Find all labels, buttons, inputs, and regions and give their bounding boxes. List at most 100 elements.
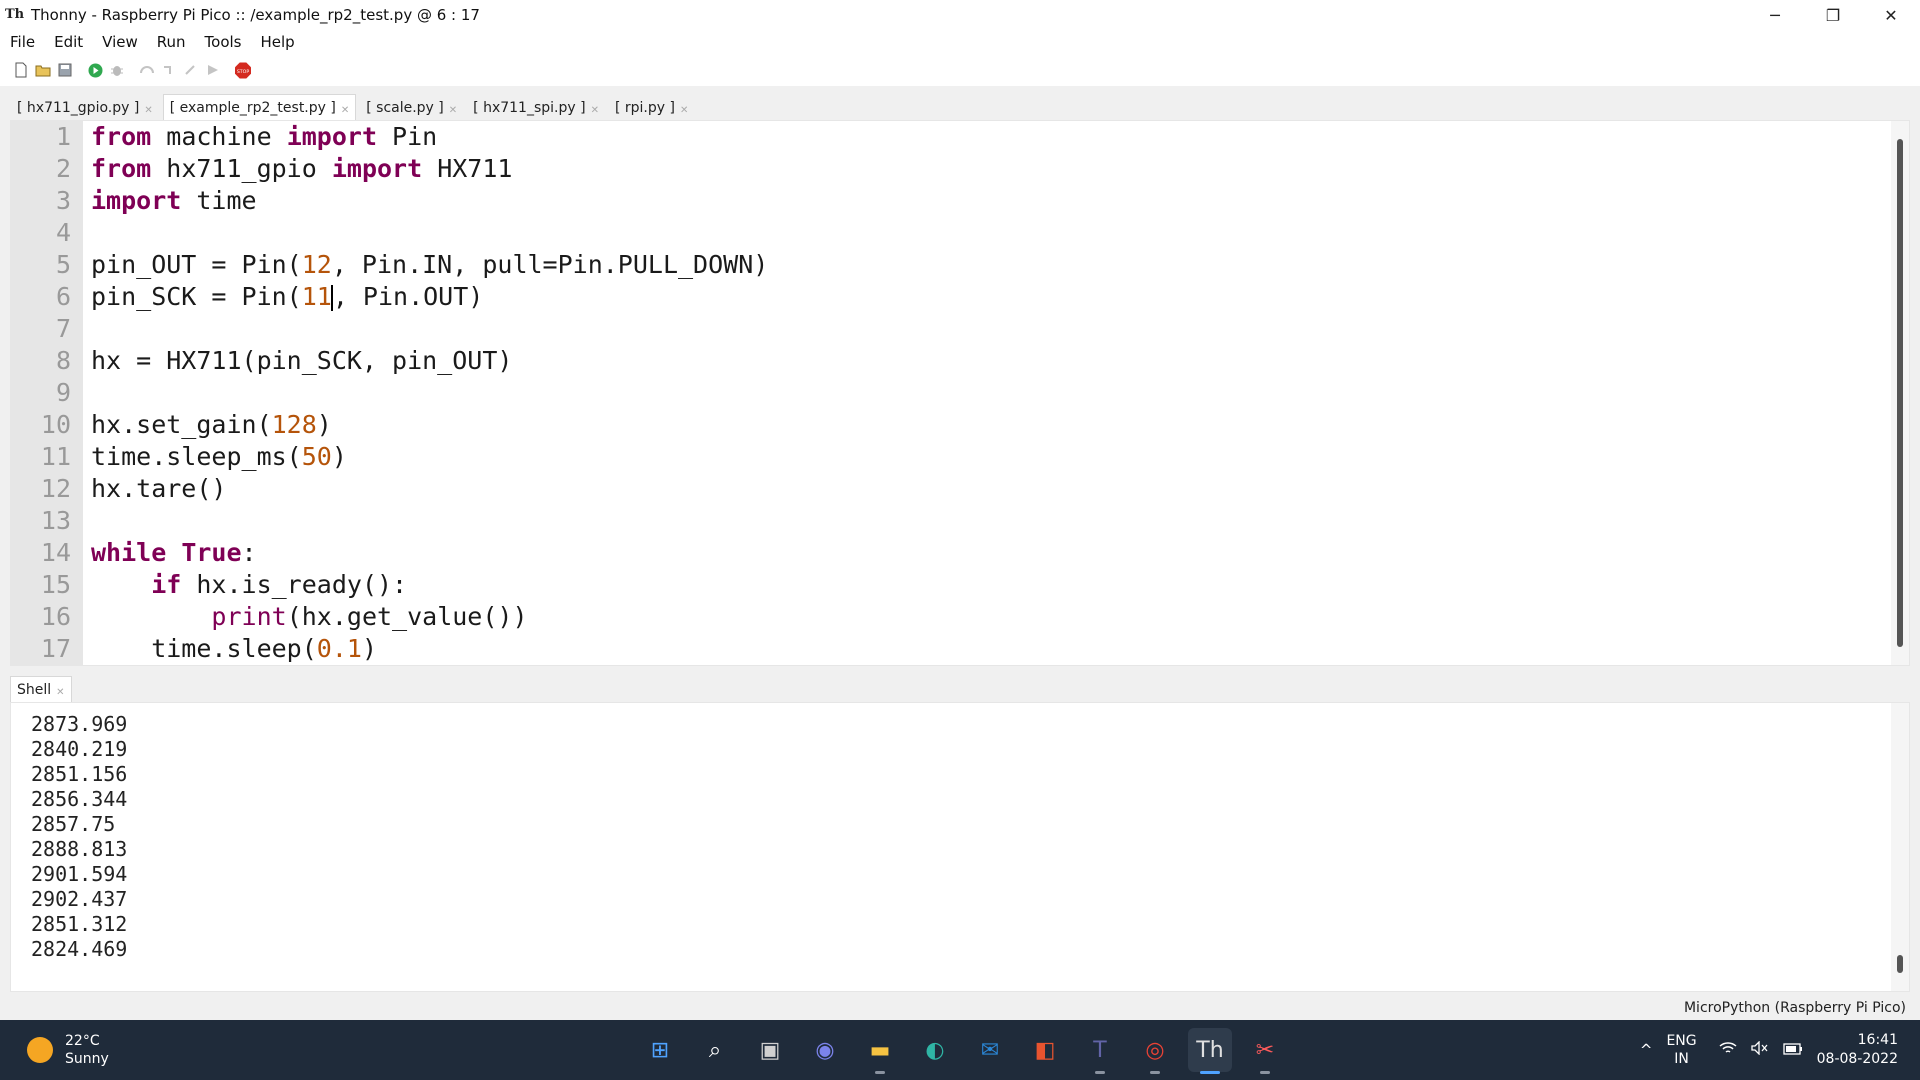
shell-scrollbar[interactable] — [1891, 703, 1909, 991]
wifi-icon[interactable] — [1719, 1041, 1737, 1059]
new-file-icon[interactable] — [13, 62, 29, 78]
volume-muted-icon[interactable] — [1750, 1040, 1769, 1059]
code-text: pin_SCK = Pin(11, Pin.OUT) — [91, 282, 484, 311]
step-into-icon[interactable] — [161, 62, 177, 78]
mail-icon[interactable]: ✉ — [968, 1028, 1012, 1072]
close-tab-icon[interactable]: ✕ — [591, 105, 599, 116]
code-line[interactable]: 9 — [11, 377, 1891, 409]
code-line[interactable]: 16 print(hx.get_value()) — [11, 601, 1891, 633]
teams-icon[interactable]: T — [1078, 1028, 1122, 1074]
status-bar: MicroPython (Raspberry Pi Pico) — [0, 996, 1920, 1020]
tab-label: [ scale.py ] — [366, 100, 444, 116]
tab-shell[interactable]: Shell ✕ — [10, 676, 72, 702]
menu-edit[interactable]: Edit — [54, 33, 83, 51]
run-icon[interactable] — [87, 62, 103, 78]
edge-icon[interactable]: ◐ — [913, 1028, 957, 1072]
running-indicator — [1150, 1071, 1160, 1074]
code-text: time.sleep(0.1) — [91, 634, 377, 663]
code-line[interactable]: 15 if hx.is_ready(): — [11, 569, 1891, 601]
shell-output-line: 2824.469 — [31, 937, 128, 961]
code-line[interactable]: 12 hx.tare() — [11, 473, 1891, 505]
line-number: 11 — [40, 442, 71, 471]
scrollbar-thumb[interactable] — [1897, 139, 1903, 647]
code-text: time.sleep_ms(50) — [91, 442, 347, 471]
minimize-button[interactable]: ─ — [1746, 0, 1804, 30]
line-number: 5 — [55, 250, 71, 279]
close-tab-icon[interactable]: ✕ — [341, 105, 349, 116]
open-file-icon[interactable] — [35, 62, 51, 78]
step-out-icon[interactable] — [183, 62, 199, 78]
shell-output-line: 2851.156 — [31, 762, 128, 786]
code-line[interactable]: 1 from machine import Pin — [11, 121, 1891, 153]
close-tab-icon[interactable]: ✕ — [144, 105, 152, 116]
code-line[interactable]: 17 time.sleep(0.1) — [11, 633, 1891, 665]
weather-widget[interactable]: 22°C Sunny — [27, 1032, 109, 1068]
shell-output: 2873.969 2840.219 2851.156 2856.344 2857.75 2… — [11, 712, 127, 962]
menu-view[interactable]: View — [102, 33, 138, 51]
save-icon[interactable] — [57, 62, 73, 78]
tab-label: [ hx711_spi.py ] — [473, 100, 586, 116]
shell-output-line: 2901.594 — [31, 862, 128, 886]
tab-hx711-spi[interactable]: [ hx711_spi.py ] ✕ — [467, 94, 605, 120]
code-line[interactable]: 7 — [11, 313, 1891, 345]
scrollbar-thumb[interactable] — [1897, 955, 1903, 973]
taskbar-glyph: ✉ — [980, 1037, 1000, 1063]
snipping-tool-icon[interactable]: ✂ — [1243, 1028, 1287, 1074]
code-line[interactable]: 10 hx.set_gain(128) — [11, 409, 1891, 441]
code-line[interactable]: 13 — [11, 505, 1891, 537]
thonny-icon[interactable]: Th — [1188, 1028, 1232, 1074]
line-number: 3 — [55, 186, 71, 215]
code-line[interactable]: 4 — [11, 217, 1891, 249]
menu-file[interactable]: File — [10, 33, 35, 51]
code-line[interactable]: 8 hx = HX711(pin_SCK, pin_OUT) — [11, 345, 1891, 377]
code-line[interactable]: 11 time.sleep_ms(50) — [11, 441, 1891, 473]
close-tab-icon[interactable]: ✕ — [56, 687, 64, 698]
shell-output-line: 2857.75 — [31, 812, 116, 836]
office-icon[interactable]: ◧ — [1023, 1028, 1067, 1072]
code-text: pin_OUT = Pin(12, Pin.IN, pull=Pin.PULL_… — [91, 250, 769, 279]
search-icon[interactable]: ⌕ — [693, 1028, 737, 1072]
shell-output-line: 2840.219 — [31, 737, 128, 761]
show-hidden-icons-chevron[interactable]: ^ — [1640, 1041, 1653, 1059]
code-line[interactable]: 6 pin_SCK = Pin(11, Pin.OUT) — [11, 281, 1891, 313]
battery-icon[interactable] — [1782, 1041, 1803, 1059]
close-button[interactable]: ✕ — [1862, 0, 1920, 30]
shell-panel[interactable]: 2873.969 2840.219 2851.156 2856.344 2857.75 2… — [10, 702, 1910, 992]
restore-button[interactable]: ❐ — [1804, 0, 1862, 30]
task-view-icon[interactable]: ▣ — [748, 1028, 792, 1072]
tab-label: [ hx711_gpio.py ] — [17, 100, 140, 116]
chrome-icon[interactable]: ◎ — [1133, 1028, 1177, 1074]
menu-help[interactable]: Help — [261, 33, 295, 51]
code-line[interactable]: 14 while True: — [11, 537, 1891, 569]
tab-hx711-gpio[interactable]: [ hx711_gpio.py ] ✕ — [11, 94, 159, 120]
code-line[interactable]: 5 pin_OUT = Pin(12, Pin.IN, pull=Pin.PULL… — [11, 249, 1891, 281]
stop-icon[interactable]: STOP — [235, 62, 251, 78]
code-area[interactable]: 1 from machine import Pin 2 from hx711_gpio… — [11, 121, 1891, 665]
taskbar-glyph: ▣ — [759, 1037, 781, 1063]
code-line[interactable]: 2 from hx711_gpio import HX711 — [11, 153, 1891, 185]
tab-rpi[interactable]: [ rpi.py ] ✕ — [609, 94, 694, 120]
code-line[interactable]: 3 import time — [11, 185, 1891, 217]
file-explorer-icon[interactable]: ▬ — [858, 1028, 902, 1074]
teams-chat-icon[interactable]: ◉ — [803, 1028, 847, 1072]
start-icon[interactable]: ⊞ — [638, 1028, 682, 1072]
editor-scrollbar[interactable] — [1891, 121, 1909, 665]
tab-scale[interactable]: [ scale.py ] ✕ — [360, 94, 463, 120]
language-indicator[interactable]: ENG IN — [1666, 1032, 1696, 1068]
tab-label: [ example_rp2_test.py ] — [169, 100, 336, 116]
shell-output-line: 2873.969 — [31, 712, 128, 736]
menu-tools[interactable]: Tools — [205, 33, 242, 51]
language-code: ENG — [1666, 1033, 1697, 1049]
close-tab-icon[interactable]: ✕ — [449, 105, 457, 116]
system-clock[interactable]: 16:41 08-08-2022 — [1817, 1031, 1898, 1069]
code-editor[interactable]: 1 from machine import Pin 2 from hx711_gpio… — [10, 120, 1910, 666]
line-number: 9 — [55, 378, 71, 407]
step-over-icon[interactable] — [139, 62, 155, 78]
close-tab-icon[interactable]: ✕ — [680, 105, 688, 116]
debug-icon[interactable] — [109, 62, 125, 78]
resume-icon[interactable] — [205, 62, 221, 78]
taskbar-glyph: ◎ — [1145, 1037, 1165, 1063]
menu-run[interactable]: Run — [157, 33, 186, 51]
tab-example-rp2-test[interactable]: [ example_rp2_test.py ] ✕ — [162, 94, 357, 120]
interpreter-selector[interactable]: MicroPython (Raspberry Pi Pico) — [1684, 1000, 1906, 1016]
